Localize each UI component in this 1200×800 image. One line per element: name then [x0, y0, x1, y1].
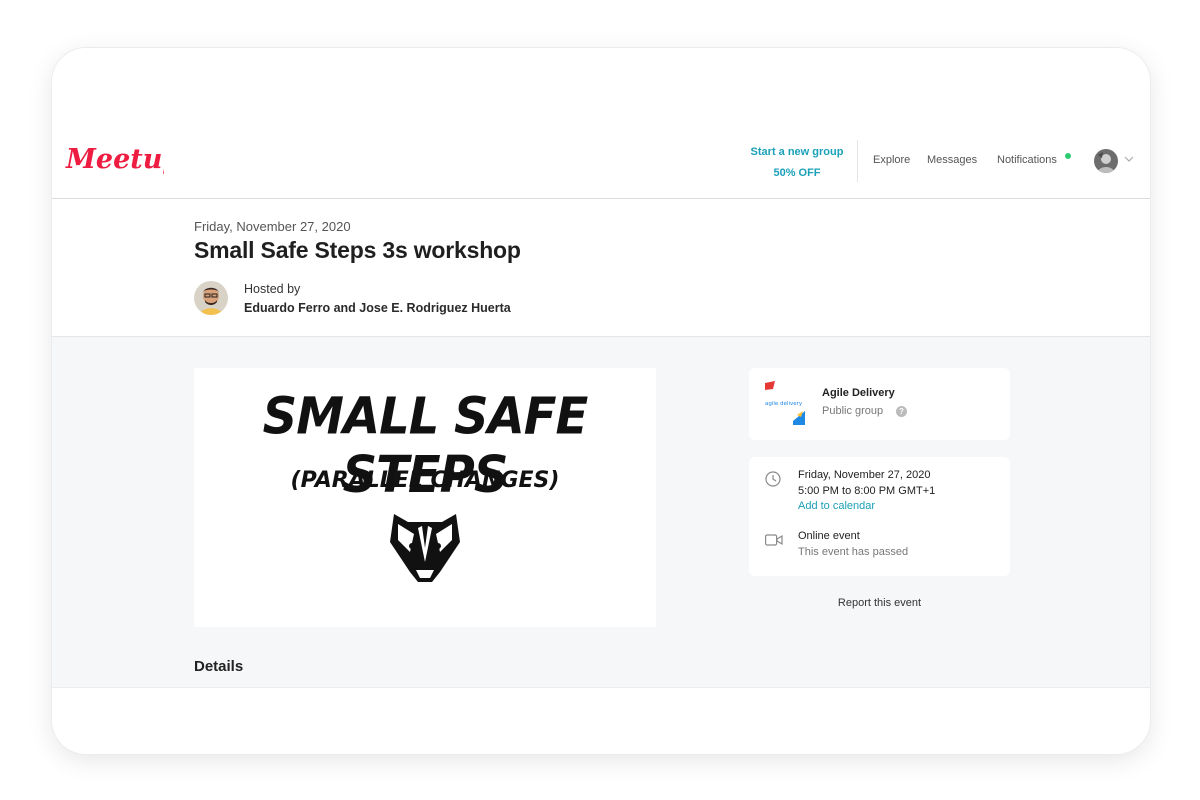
details-section — [52, 687, 1150, 754]
help-icon[interactable]: ? — [896, 406, 907, 417]
group-card[interactable]: agile delivery Agile Delivery Public gro… — [749, 368, 1010, 440]
video-camera-icon — [765, 534, 783, 546]
host-photo-icon — [194, 281, 228, 315]
nav-messages[interactable]: Messages — [927, 154, 977, 166]
event-banner-image: SMALL SAFE STEPS (PARALLEL CHANGES) — [194, 368, 656, 627]
nav-divider — [857, 140, 858, 182]
banner-subtitle: (PARALLEL CHANGES) — [290, 468, 560, 493]
details-heading: Details — [194, 658, 244, 675]
host-names[interactable]: Eduardo Ferro and Jose E. Rodriguez Huer… — [244, 301, 511, 315]
add-to-calendar-link[interactable]: Add to calendar — [798, 500, 875, 512]
schedule-time: 5:00 PM to 8:00 PM GMT+1 — [798, 485, 936, 497]
group-name[interactable]: Agile Delivery — [822, 387, 895, 399]
discount-label: 50% OFF — [773, 167, 821, 179]
group-logo-icon: agile delivery — [763, 381, 807, 427]
browser-frame: Meetup Start a new group 50% OFF Explore… — [52, 48, 1150, 754]
start-group-link[interactable]: Start a new group 50% OFF — [742, 142, 852, 184]
event-header: Friday, November 27, 2020 Small Safe Ste… — [52, 199, 1150, 337]
badger-icon — [390, 514, 460, 582]
event-status: This event has passed — [798, 546, 909, 558]
nav-explore[interactable]: Explore — [873, 154, 910, 166]
group-type: Public group — [822, 405, 884, 417]
clock-icon — [765, 471, 781, 487]
user-avatar[interactable] — [1094, 149, 1118, 173]
meetup-logo-icon: Meetup — [65, 144, 181, 175]
hosted-by-label: Hosted by — [244, 282, 301, 296]
event-info-card: Friday, November 27, 2020 5:00 PM to 8:0… — [749, 457, 1010, 576]
report-event-link[interactable]: Report this event — [749, 597, 1010, 609]
chevron-down-icon[interactable] — [1124, 156, 1134, 163]
nav-notifications[interactable]: Notifications — [997, 154, 1057, 166]
event-date: Friday, November 27, 2020 — [194, 219, 351, 234]
event-body: SMALL SAFE STEPS (PARALLEL CHANGES) Deta… — [52, 337, 1150, 687]
notification-dot-icon — [1065, 153, 1071, 159]
start-group-label: Start a new group — [750, 146, 844, 158]
meetup-logo[interactable]: Meetup — [64, 142, 181, 185]
user-avatar-icon — [1094, 149, 1118, 173]
svg-text:agile delivery: agile delivery — [765, 401, 803, 407]
svg-text:Meetup: Meetup — [65, 144, 164, 175]
event-location: Online event — [798, 530, 860, 542]
event-title: Small Safe Steps 3s workshop — [194, 237, 521, 263]
host-avatar[interactable] — [194, 281, 228, 315]
top-nav: Meetup Start a new group 50% OFF Explore… — [52, 48, 1150, 199]
schedule-date: Friday, November 27, 2020 — [798, 469, 931, 481]
